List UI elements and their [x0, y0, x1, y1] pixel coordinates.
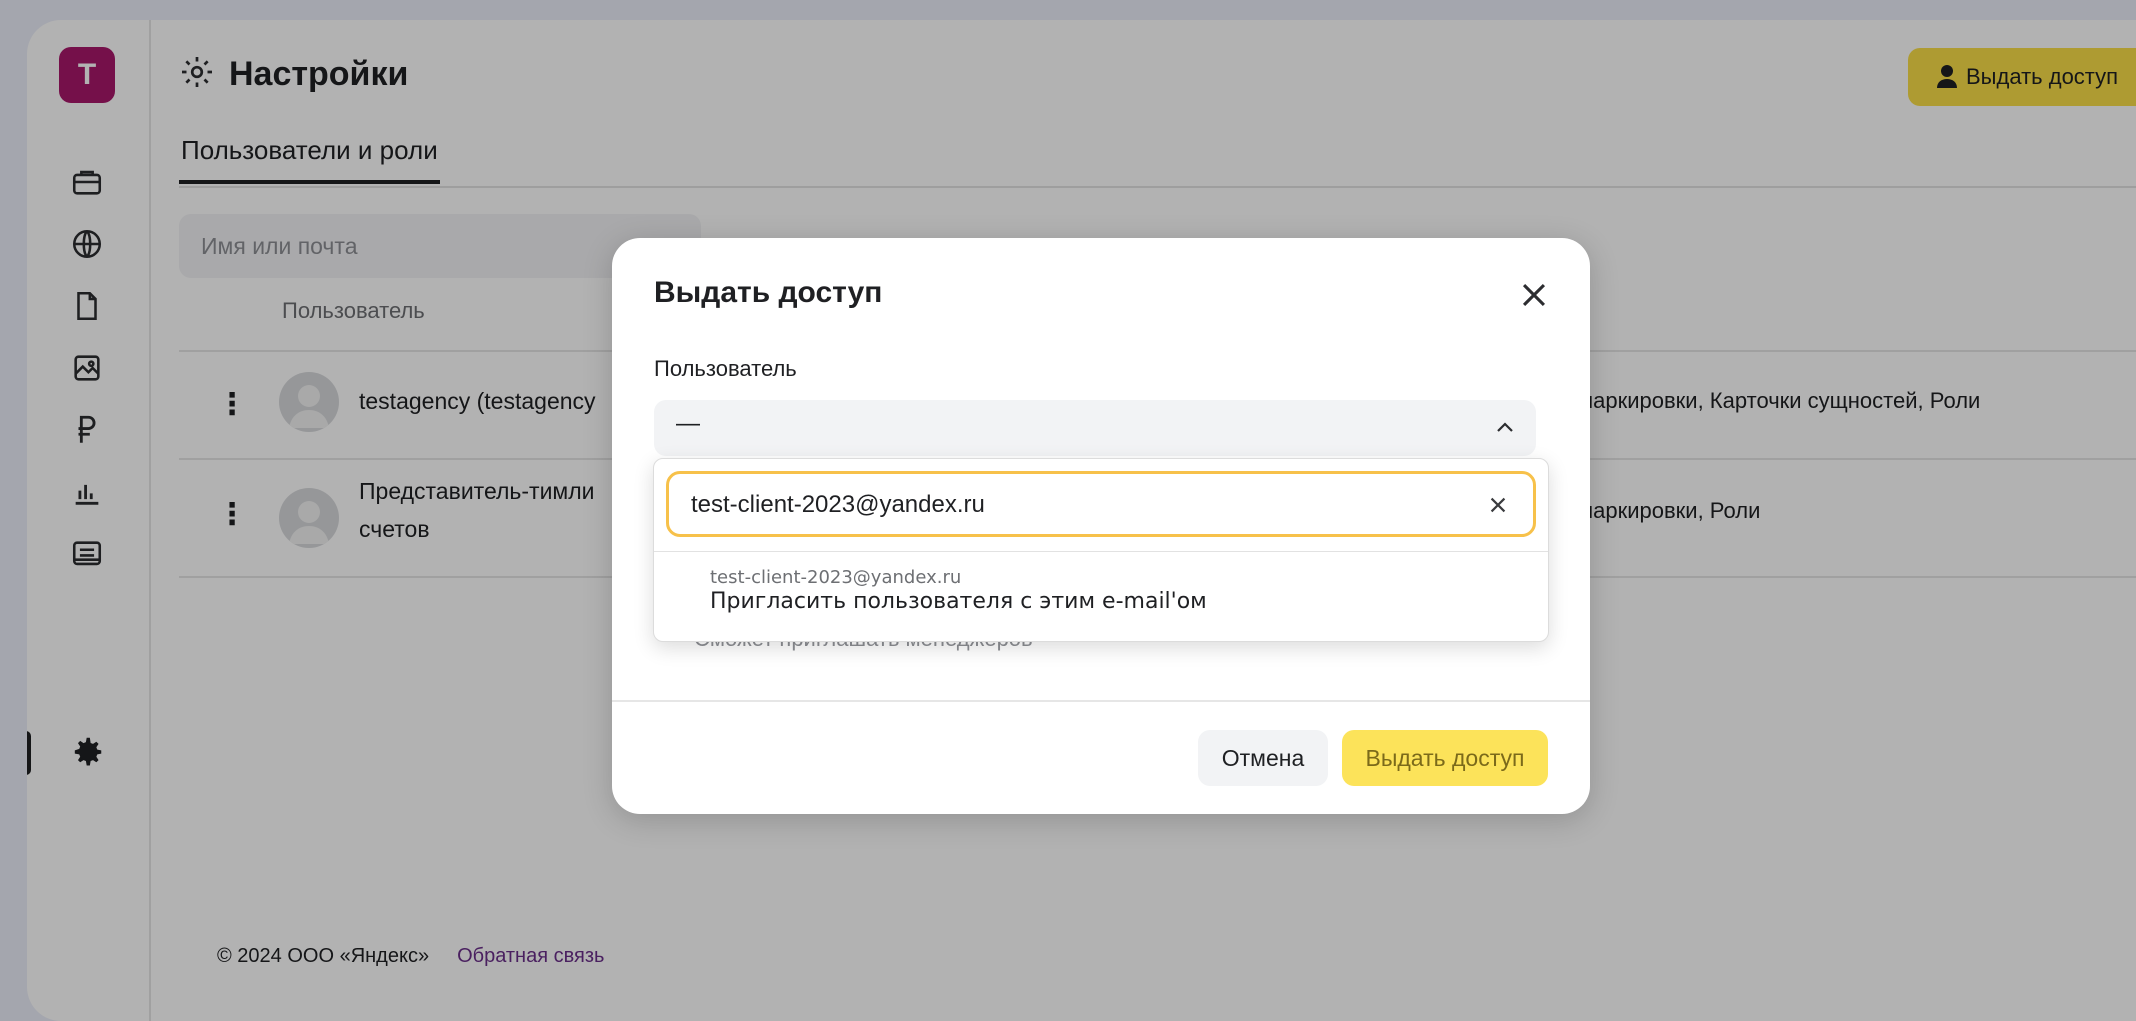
dropdown-divider — [654, 551, 1548, 552]
cancel-button[interactable]: Отмена — [1198, 730, 1328, 786]
user-select-value: — — [676, 410, 700, 437]
clear-icon[interactable] — [1487, 494, 1509, 516]
modal-title: Выдать доступ — [654, 276, 883, 309]
dropdown-search-field[interactable] — [666, 471, 1536, 537]
user-field-label: Пользователь — [654, 356, 797, 381]
user-select[interactable]: — — [654, 400, 1536, 456]
modal-divider — [612, 700, 1590, 702]
email-input[interactable] — [689, 484, 1453, 526]
invite-option[interactable]: test-client-2023@yandex.ru Пригласить по… — [654, 553, 1548, 641]
option-email: test-client-2023@yandex.ru — [710, 567, 962, 588]
close-icon[interactable] — [1517, 278, 1551, 312]
grant-access-button[interactable]: Выдать доступ — [1342, 730, 1548, 786]
user-dropdown: test-client-2023@yandex.ru Пригласить по… — [653, 458, 1549, 642]
chevron-up-icon[interactable] — [1492, 416, 1518, 440]
option-invite-label: Пригласить пользователя с этим e-mail'ом — [710, 589, 1207, 614]
